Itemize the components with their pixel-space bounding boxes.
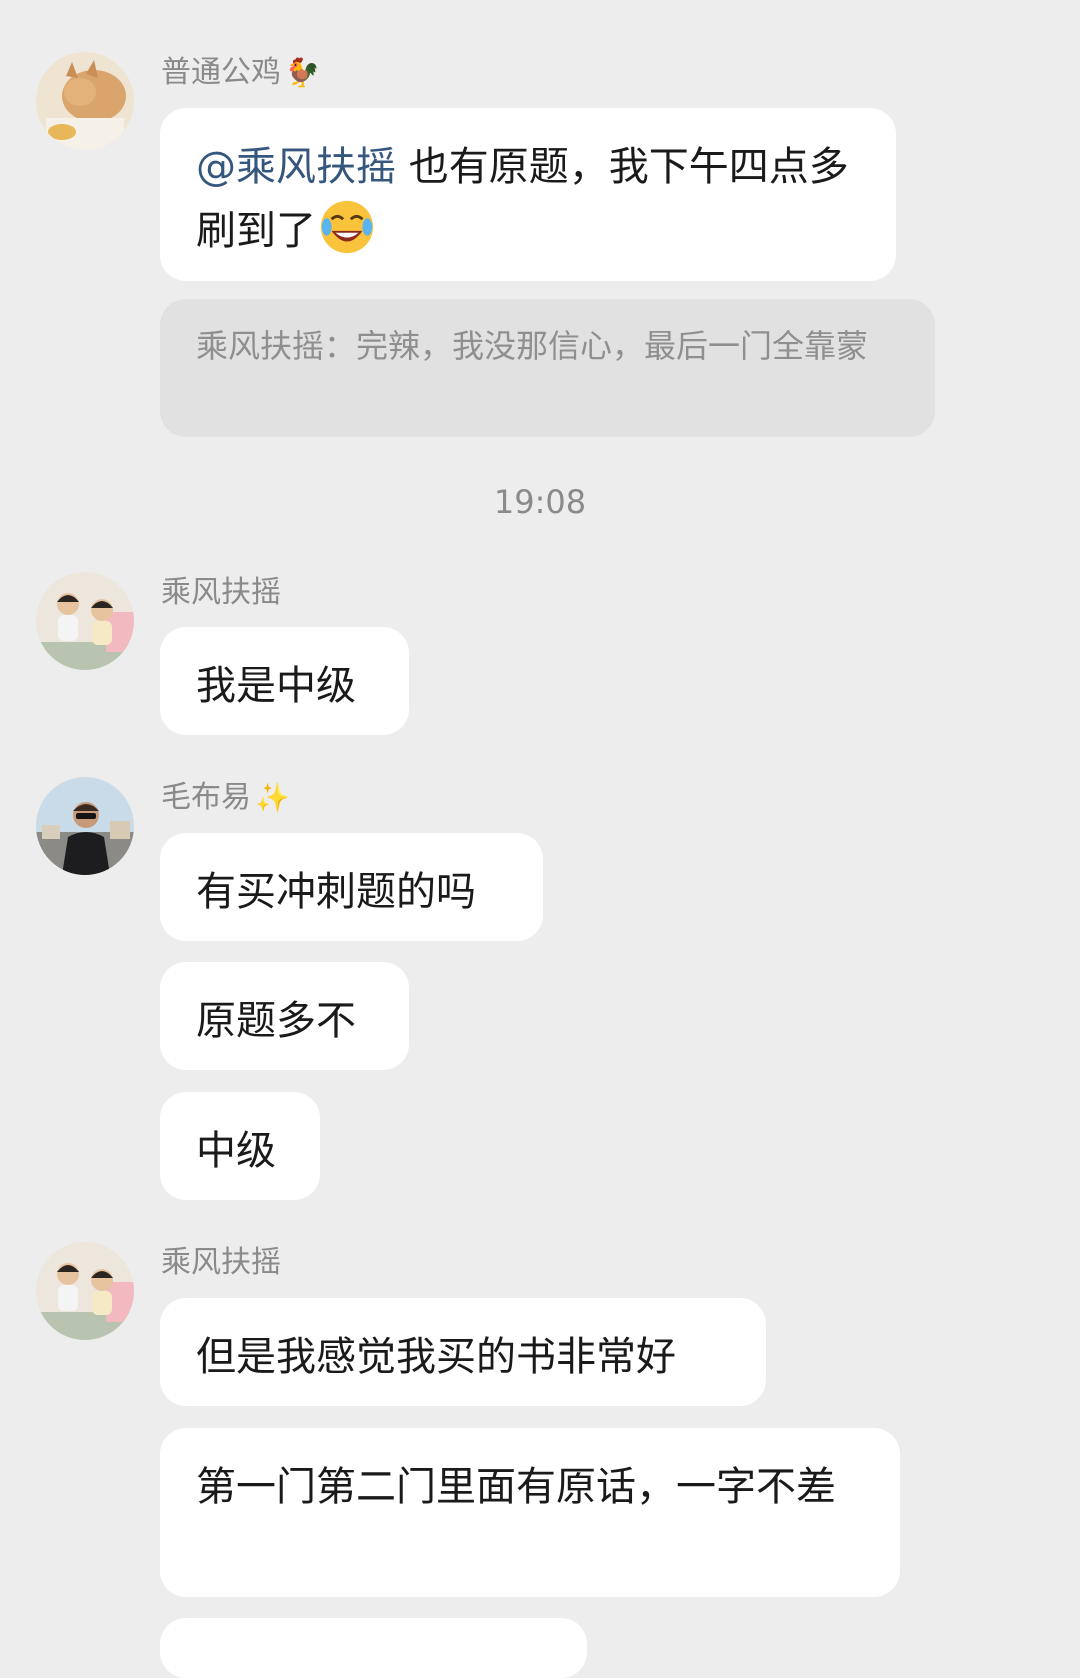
sender-name-text: 毛布易 xyxy=(161,780,251,815)
avatar-man[interactable] xyxy=(36,777,134,875)
cat-photo-icon xyxy=(36,52,134,150)
message-text: 中级 xyxy=(196,1128,276,1174)
avatar-babies[interactable] xyxy=(36,1242,134,1340)
man-photo-icon xyxy=(36,777,134,875)
sender-name: 普通公鸡 🐓 xyxy=(161,55,320,91)
message-bubble[interactable]: @乘风扶摇 也有原题，我下午四点多刷到了 xyxy=(160,108,896,281)
message-text: 原题多不 xyxy=(196,998,356,1044)
message-text: 第一门第二门里面有原话，一字不差 xyxy=(196,1464,836,1510)
quoted-message[interactable]: 乘风扶摇：完辣，我没那信心，最后一门全靠蒙 xyxy=(160,299,935,437)
message-text: 有买冲刺题的吗 xyxy=(196,869,476,915)
babies-photo-icon xyxy=(36,1242,134,1340)
message-text: 但是我感觉我买的书非常好 xyxy=(196,1334,676,1380)
sparkles-icon: ✨ xyxy=(255,781,290,814)
avatar-babies[interactable] xyxy=(36,572,134,670)
sender-name-text: 普通公鸡 xyxy=(161,55,281,90)
message-bubble[interactable]: 有买冲刺题的吗 xyxy=(160,833,543,941)
message-bubble[interactable]: 原题多不 xyxy=(160,962,409,1070)
avatar-cat[interactable] xyxy=(36,52,134,150)
babies-photo-icon xyxy=(36,572,134,670)
timestamp: 19:08 xyxy=(493,483,587,521)
message-bubble[interactable]: 但是我感觉我买的书非常好 xyxy=(160,1298,766,1406)
rooster-icon: 🐓 xyxy=(285,56,320,89)
message-bubble[interactable]: 我是中级 xyxy=(160,627,409,735)
message-text: 我是中级 xyxy=(196,663,356,709)
sender-name: 乘风扶摇 xyxy=(161,1245,281,1280)
sender-name: 毛布易 ✨ xyxy=(161,780,290,816)
sender-name: 乘风扶摇 xyxy=(161,575,281,610)
message-bubble-partial[interactable] xyxy=(160,1618,587,1678)
message-bubble[interactable]: 第一门第二门里面有原话，一字不差 xyxy=(160,1428,900,1597)
rolling-on-floor-laughing-icon xyxy=(318,198,376,256)
message-bubble[interactable]: 中级 xyxy=(160,1092,320,1200)
mention-link[interactable]: @乘风扶摇 xyxy=(196,144,396,190)
